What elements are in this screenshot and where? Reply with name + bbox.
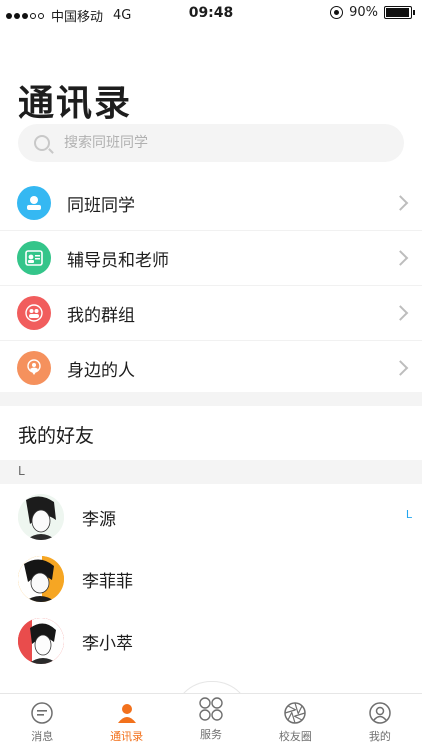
chevron-right-icon (392, 195, 409, 211)
menu-item-label: 同班同学 (67, 195, 135, 216)
menu-item-label: 辅导员和老师 (67, 250, 169, 271)
tab-messages[interactable]: 消息 (0, 694, 84, 750)
tab-moments[interactable]: 校友圈 (253, 694, 337, 750)
search-icon (34, 135, 50, 151)
search-bar[interactable] (18, 124, 404, 162)
friend-list-item[interactable]: 李菲菲 (0, 548, 422, 610)
alphabet-index-letter[interactable]: L (406, 508, 412, 521)
profile-icon (368, 701, 392, 725)
contacts-icon (115, 701, 139, 725)
bottom-tab-bar: 消息 通讯录 服务 校友圈 我的 (0, 693, 422, 750)
section-divider (0, 392, 422, 406)
page-title: 通讯录 (18, 83, 133, 124)
avatar (18, 556, 64, 602)
friend-list-item[interactable]: 李源 (0, 486, 422, 548)
tab-label: 通讯录 (110, 729, 144, 743)
tab-label: 校友圈 (278, 729, 312, 743)
menu-item-nearby[interactable]: 身边的人 (0, 340, 422, 395)
moments-icon (283, 701, 307, 725)
menu-item-classmates[interactable]: 同班同学 (0, 176, 422, 230)
message-icon (30, 701, 54, 725)
section-letter: L (18, 464, 25, 478)
tab-service[interactable]: 服务 (169, 694, 253, 750)
status-bar: 中国移动 4G 09:48 90% (0, 0, 422, 28)
avatar (18, 618, 64, 664)
tab-label: 消息 (31, 729, 54, 743)
chevron-right-icon (392, 360, 409, 376)
tab-contacts[interactable]: 通讯录 (84, 694, 168, 750)
status-right: 90% (330, 5, 415, 20)
menu-item-label: 身边的人 (67, 360, 135, 381)
chevron-right-icon (392, 305, 409, 321)
friend-name: 李菲菲 (82, 571, 133, 592)
tab-profile[interactable]: 我的 (338, 694, 422, 750)
battery-percent: 90% (349, 5, 378, 20)
contacts-menu: 同班同学 辅导员和老师 我的群组 身边的人 (0, 176, 422, 395)
tab-label: 我的 (368, 729, 391, 743)
avatar (18, 494, 64, 540)
rotation-lock-icon (330, 6, 344, 19)
menu-item-label: 我的群组 (67, 305, 135, 326)
group-icon (17, 296, 51, 330)
search-input[interactable] (62, 134, 366, 152)
nearby-icon (17, 351, 51, 385)
classmates-icon (17, 186, 51, 220)
battery-icon (384, 6, 415, 19)
teacher-icon (17, 241, 51, 275)
tab-label: 服务 (200, 727, 223, 741)
chevron-right-icon (392, 250, 409, 266)
menu-item-groups[interactable]: 我的群组 (0, 285, 422, 340)
friend-name: 李小萃 (82, 633, 133, 654)
friend-name: 李源 (82, 509, 116, 530)
friend-list-item[interactable]: 李小萃 (0, 610, 422, 672)
service-icon (197, 695, 225, 723)
letter-section-header: L (0, 460, 422, 484)
friends-section-title: 我的好友 (18, 425, 95, 447)
menu-item-teachers[interactable]: 辅导员和老师 (0, 230, 422, 285)
